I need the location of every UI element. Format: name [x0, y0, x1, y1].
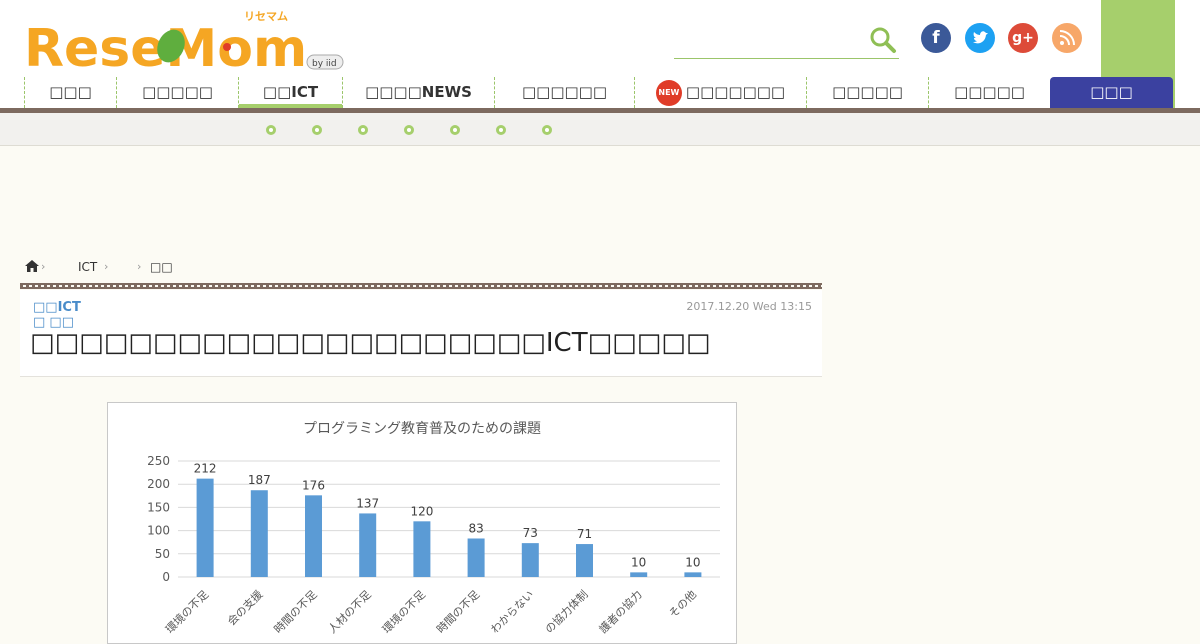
data-label: 137 — [356, 496, 379, 510]
breadcrumb-separator: › — [41, 260, 46, 273]
article-top-rule — [20, 283, 822, 289]
category-label: 会の支援 — [224, 587, 265, 628]
sub-nav — [0, 113, 1200, 146]
data-label: 176 — [302, 478, 325, 492]
subnav-dot[interactable] — [358, 125, 368, 135]
article-date: 2017.12.20 Wed 13:15 — [686, 300, 812, 313]
nav-label: □□ICT — [262, 83, 319, 101]
article-title: □□□□□□□□□□□□□□□□□□□□□ICT□□□□□ — [30, 328, 711, 358]
subnav-dot[interactable] — [266, 125, 276, 135]
data-label: 10 — [631, 555, 646, 569]
subnav-dot[interactable] — [542, 125, 552, 135]
nav-label: □□□□NEWS — [365, 83, 472, 101]
facebook-icon[interactable]: f — [921, 23, 951, 53]
nav-item-7[interactable]: □□□□□ — [806, 77, 928, 108]
bar — [630, 572, 648, 577]
bar — [576, 544, 593, 577]
category-label: 護者の協力 — [596, 587, 645, 636]
bar-chart: プログラミング教育普及のための課題 0 50 100 150 200 250 212 環境の不… — [147, 421, 720, 636]
nav-label: □□□ — [1090, 83, 1133, 101]
search-input[interactable] — [674, 22, 899, 59]
y-tick-label: 200 — [147, 477, 170, 491]
bar — [521, 543, 539, 577]
googleplus-icon[interactable]: g+ — [1008, 23, 1038, 53]
bar — [250, 490, 268, 577]
category-label: 時間の不足 — [272, 588, 320, 636]
y-tick-label: 100 — [147, 524, 170, 538]
rss-icon[interactable] — [1052, 23, 1082, 53]
breadcrumb-separator: › — [104, 260, 109, 273]
chart-title: プログラミング教育普及のための課題 — [303, 421, 541, 437]
nav-label: □□□□□ — [142, 83, 213, 101]
nav-item-edu-ict[interactable]: □□ICT — [238, 77, 342, 108]
nav-item-6[interactable]: NEW □□□□□□□ — [634, 77, 806, 108]
chart-image: プログラミング教育普及のための課題 0 50 100 150 200 250 212 環境の不… — [107, 402, 737, 644]
site-logo[interactable]: ReseMom リセマム by iid — [24, 8, 354, 74]
search-icon[interactable] — [869, 26, 897, 54]
main-nav: □□□ □□□□□ □□ICT □□□□NEWS □□□□□□ NEW □□□□□… — [24, 77, 1174, 108]
svg-text:by iid: by iid — [312, 59, 337, 69]
category-label: の協力体制 — [542, 587, 591, 636]
data-label: 10 — [685, 555, 700, 569]
data-label: 187 — [248, 473, 271, 487]
data-label: 212 — [194, 462, 217, 476]
nav-item-news[interactable]: □□□□NEWS — [342, 77, 494, 108]
subnav-dot[interactable] — [312, 125, 322, 135]
subnav-dot[interactable] — [496, 125, 506, 135]
nav-label: □□□□□□ — [521, 83, 608, 101]
y-tick-label: 50 — [155, 547, 170, 561]
nav-item-2[interactable]: □□□□□ — [116, 77, 238, 108]
data-label: 83 — [468, 521, 483, 535]
svg-text:リセマム: リセマム — [244, 10, 288, 23]
article-header: □□ICT □ □□ 2017.12.20 Wed 13:15 □□□□□□□□… — [20, 290, 822, 377]
y-tick-label: 250 — [147, 454, 170, 468]
nav-label: □□□□□ — [954, 83, 1025, 101]
category-label: 時間の不足 — [434, 588, 482, 636]
category-label: 環境の不足 — [379, 587, 428, 636]
home-icon[interactable] — [24, 259, 40, 273]
subnav-dot[interactable] — [450, 125, 460, 135]
category-label: わからない — [488, 588, 536, 636]
bar — [305, 495, 322, 577]
data-label: 73 — [523, 526, 538, 540]
bar — [413, 521, 431, 577]
nav-label: □□□□□ — [832, 83, 903, 101]
y-tick-label: 0 — [162, 570, 170, 584]
bar — [684, 572, 702, 577]
category-label: 人材の不足 — [325, 587, 374, 636]
subnav-dot[interactable] — [404, 125, 414, 135]
breadcrumb-current: □□ — [150, 260, 173, 274]
nav-item-1[interactable]: □□□ — [24, 77, 116, 108]
y-tick-label: 150 — [147, 500, 170, 514]
breadcrumb-separator: › — [137, 260, 142, 273]
data-label: 71 — [577, 527, 592, 541]
nav-label: □□□□□□□ — [685, 83, 786, 101]
nav-item-5[interactable]: □□□□□□ — [494, 77, 634, 108]
nav-label: □□□ — [49, 83, 92, 101]
twitter-icon[interactable] — [965, 23, 995, 53]
category-label: その他 — [666, 588, 699, 621]
category-label: 環境の不足 — [162, 587, 211, 636]
article-category[interactable]: □□ICT — [33, 300, 81, 315]
new-badge: NEW — [655, 79, 682, 106]
bar — [467, 538, 485, 577]
breadcrumb-ict[interactable]: ICT — [78, 260, 97, 274]
bar — [196, 478, 214, 577]
nav-item-8[interactable]: □□□□□ — [928, 77, 1050, 108]
data-label: 120 — [410, 504, 433, 518]
bar — [359, 513, 377, 577]
nav-item-9[interactable]: □□□ — [1050, 77, 1173, 108]
